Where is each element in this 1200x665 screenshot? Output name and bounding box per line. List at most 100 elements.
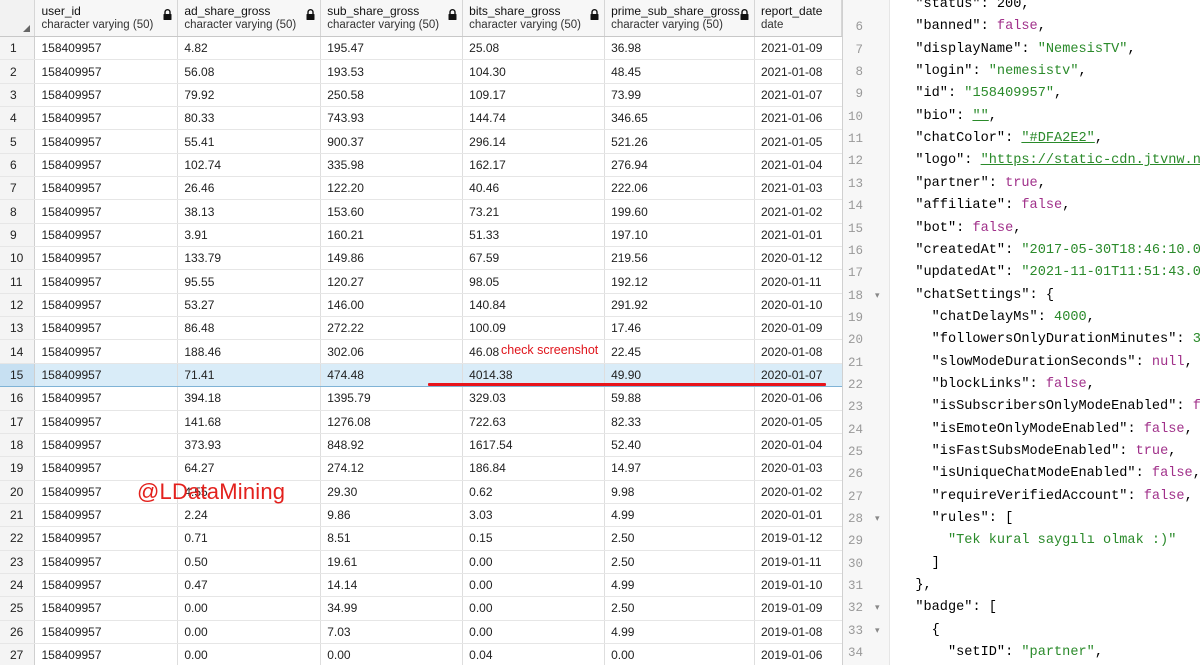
cell-report_date[interactable]: 2020-01-05 xyxy=(754,410,842,434)
cell-ad_share_gross[interactable]: 373.93 xyxy=(177,433,322,458)
cell-user_id[interactable]: 158409957 xyxy=(34,269,179,294)
table-row[interactable]: 5 158409957 55.41 900.37 296.14 521.26 2021-01… xyxy=(0,129,842,154)
cell-ad_share_gross[interactable]: 188.46 xyxy=(177,339,322,364)
cell-bits_share_gross[interactable]: 0.00 xyxy=(462,620,606,644)
cell-ad_share_gross[interactable]: 80.33 xyxy=(177,106,322,131)
cell-sub_share_gross[interactable]: 153.60 xyxy=(320,199,464,224)
row-number[interactable]: 5 xyxy=(0,129,36,154)
cell-bits_share_gross[interactable]: 296.14 xyxy=(462,129,606,154)
row-number[interactable]: 13 xyxy=(0,316,36,341)
cell-user_id[interactable]: 158409957 xyxy=(34,199,179,224)
cell-user_id[interactable]: 158409957 xyxy=(34,620,179,644)
cell-bits_share_gross[interactable]: 144.74 xyxy=(462,106,606,131)
cell-user_id[interactable]: 158409957 xyxy=(34,643,179,665)
cell-ad_share_gross[interactable]: 133.79 xyxy=(177,246,322,271)
column-header-prime_sub_share_gross[interactable]: prime_sub_share_gross character varying (… xyxy=(604,0,755,37)
table-row[interactable]: 17 158409957 141.68 1276.08 722.63 82.33 2020-… xyxy=(0,410,842,434)
cell-prime_sub_share_gross[interactable]: 52.40 xyxy=(604,433,755,458)
cell-report_date[interactable]: 2020-01-12 xyxy=(754,246,842,271)
row-number[interactable]: 10 xyxy=(0,246,36,271)
cell-ad_share_gross[interactable]: 0.71 xyxy=(177,526,322,551)
cell-sub_share_gross[interactable]: 250.58 xyxy=(320,83,464,108)
cell-sub_share_gross[interactable]: 9.86 xyxy=(320,503,464,528)
cell-sub_share_gross[interactable]: 1395.79 xyxy=(320,386,464,411)
cell-report_date[interactable]: 2020-01-10 xyxy=(754,293,842,318)
row-number[interactable]: 19 xyxy=(0,456,36,481)
cell-prime_sub_share_gross[interactable]: 2.50 xyxy=(604,550,755,574)
cell-bits_share_gross[interactable]: 0.00 xyxy=(462,573,606,598)
cell-prime_sub_share_gross[interactable]: 14.97 xyxy=(604,456,755,481)
row-number[interactable]: 17 xyxy=(0,410,36,434)
table-row[interactable]: 6 158409957 102.74 335.98 162.17 276.94 2021-0… xyxy=(0,153,842,178)
cell-ad_share_gross[interactable]: 2.24 xyxy=(177,503,322,528)
cell-ad_share_gross[interactable]: 394.18 xyxy=(177,386,322,411)
row-number[interactable]: 12 xyxy=(0,293,36,318)
cell-bits_share_gross[interactable]: 0.62 xyxy=(462,480,606,504)
row-number[interactable]: 27 xyxy=(0,643,36,665)
row-number[interactable]: 26 xyxy=(0,620,36,644)
cell-user_id[interactable]: 158409957 xyxy=(34,386,179,411)
cell-report_date[interactable]: 2021-01-05 xyxy=(754,129,842,154)
cell-report_date[interactable]: 2021-01-07 xyxy=(754,83,842,108)
cell-report_date[interactable]: 2020-01-08 xyxy=(754,339,842,364)
cell-sub_share_gross[interactable]: 29.30 xyxy=(320,480,464,504)
fold-toggle-icon[interactable]: ▾ xyxy=(875,508,880,530)
cell-bits_share_gross[interactable]: 329.03 xyxy=(462,386,606,411)
cell-user_id[interactable]: 158409957 xyxy=(34,36,179,61)
row-number[interactable]: 25 xyxy=(0,596,36,621)
cell-sub_share_gross[interactable]: 272.22 xyxy=(320,316,464,341)
json-editor[interactable]: "status": 200, 6 "banned": false, 7 "displ… xyxy=(842,0,1200,665)
row-number[interactable]: 21 xyxy=(0,503,36,528)
cell-report_date[interactable]: 2019-01-06 xyxy=(754,643,842,665)
cell-prime_sub_share_gross[interactable]: 291.92 xyxy=(604,293,755,318)
table-row[interactable]: 2 158409957 56.08 193.53 104.30 48.45 2021-01-… xyxy=(0,59,842,84)
cell-ad_share_gross[interactable]: 64.27 xyxy=(177,456,322,481)
cell-user_id[interactable]: 158409957 xyxy=(34,550,179,574)
table-row[interactable]: 8 158409957 38.13 153.60 73.21 199.60 2021-01-… xyxy=(0,199,842,224)
row-number[interactable]: 3 xyxy=(0,83,36,108)
table-row[interactable]: 16 158409957 394.18 1395.79 329.03 59.88 2020-… xyxy=(0,386,842,411)
row-number[interactable]: 15 xyxy=(0,362,36,388)
cell-report_date[interactable]: 2019-01-12 xyxy=(754,526,842,551)
cell-sub_share_gross[interactable]: 900.37 xyxy=(320,129,464,154)
cell-report_date[interactable]: 2020-01-01 xyxy=(754,503,842,528)
cell-ad_share_gross[interactable]: 0.50 xyxy=(177,550,322,574)
cell-report_date[interactable]: 2019-01-08 xyxy=(754,620,842,644)
cell-report_date[interactable]: 2021-01-01 xyxy=(754,223,842,248)
row-number[interactable]: 14 xyxy=(0,339,36,364)
cell-prime_sub_share_gross[interactable]: 521.26 xyxy=(604,129,755,154)
cell-ad_share_gross[interactable]: 26.46 xyxy=(177,176,322,201)
column-header-user_id[interactable]: user_id character varying (50) xyxy=(34,0,179,37)
row-number[interactable]: 23 xyxy=(0,550,36,574)
row-number[interactable]: 2 xyxy=(0,59,36,84)
cell-ad_share_gross[interactable]: 55.41 xyxy=(177,129,322,154)
table-row[interactable]: 7 158409957 26.46 122.20 40.46 222.06 2021-01-… xyxy=(0,176,842,201)
cell-sub_share_gross[interactable]: 34.99 xyxy=(320,596,464,621)
table-row[interactable]: 23 158409957 0.50 19.61 0.00 2.50 2019-01-11 xyxy=(0,550,842,574)
cell-user_id[interactable]: 158409957 xyxy=(34,316,179,341)
cell-prime_sub_share_gross[interactable]: 222.06 xyxy=(604,176,755,201)
cell-user_id[interactable]: 158409957 xyxy=(34,456,179,481)
cell-ad_share_gross[interactable]: 53.27 xyxy=(177,293,322,318)
cell-ad_share_gross[interactable]: 0.00 xyxy=(177,620,322,644)
cell-ad_share_gross[interactable]: 0.00 xyxy=(177,643,322,665)
cell-bits_share_gross[interactable]: 140.84 xyxy=(462,293,606,318)
table-row[interactable]: 21 158409957 2.24 9.86 3.03 4.99 2020-01-01 xyxy=(0,503,842,528)
cell-report_date[interactable]: 2019-01-10 xyxy=(754,573,842,598)
cell-prime_sub_share_gross[interactable]: 73.99 xyxy=(604,83,755,108)
row-number[interactable]: 1 xyxy=(0,36,36,61)
cell-sub_share_gross[interactable]: 14.14 xyxy=(320,573,464,598)
cell-bits_share_gross[interactable]: 73.21 xyxy=(462,199,606,224)
fold-toggle-icon[interactable]: ▾ xyxy=(875,285,880,307)
cell-bits_share_gross[interactable]: 3.03 xyxy=(462,503,606,528)
cell-sub_share_gross[interactable]: 149.86 xyxy=(320,246,464,271)
cell-report_date[interactable]: 2021-01-04 xyxy=(754,153,842,178)
cell-sub_share_gross[interactable]: 0.00 xyxy=(320,643,464,665)
cell-report_date[interactable]: 2021-01-03 xyxy=(754,176,842,201)
row-number[interactable]: 9 xyxy=(0,223,36,248)
cell-report_date[interactable]: 2020-01-03 xyxy=(754,456,842,481)
cell-sub_share_gross[interactable]: 146.00 xyxy=(320,293,464,318)
cell-bits_share_gross[interactable]: 40.46 xyxy=(462,176,606,201)
cell-sub_share_gross[interactable]: 8.51 xyxy=(320,526,464,551)
cell-sub_share_gross[interactable]: 122.20 xyxy=(320,176,464,201)
